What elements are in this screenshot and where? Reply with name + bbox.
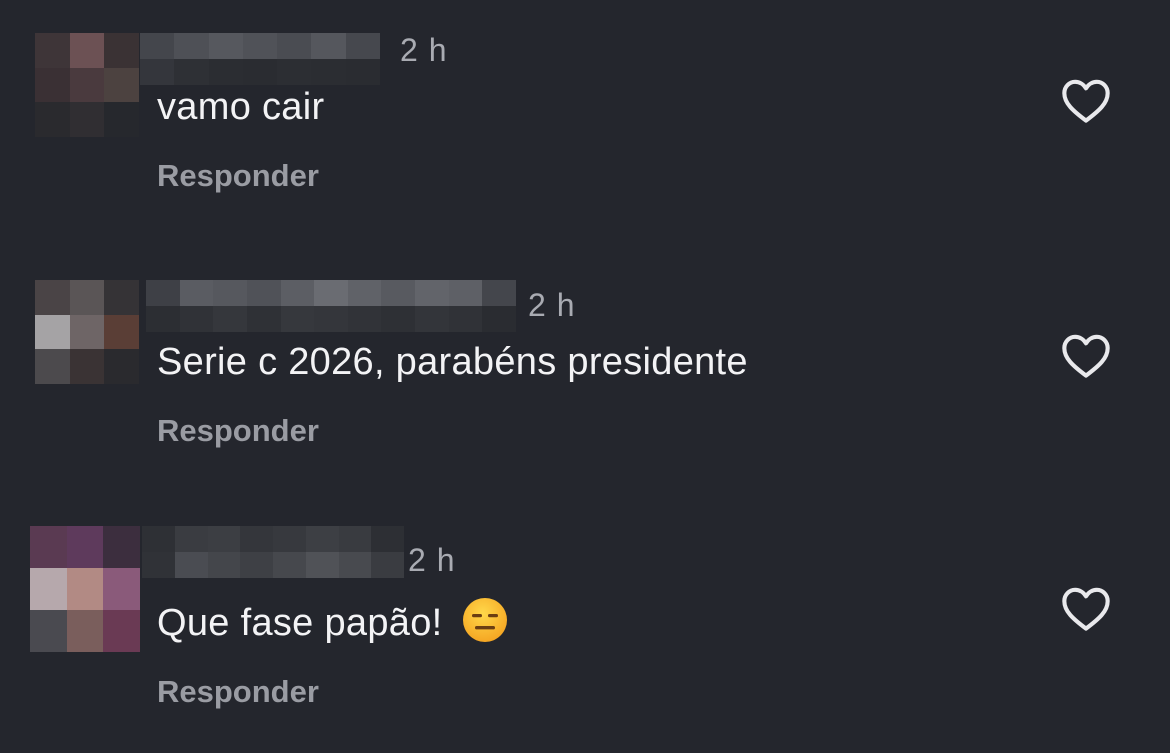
comment-text: Serie c 2026, parabéns presidente <box>157 341 748 383</box>
reply-button[interactable]: Responder <box>157 674 319 710</box>
username[interactable] <box>146 280 516 332</box>
comment-text-content: Que fase papão! <box>157 602 443 644</box>
avatar[interactable] <box>35 280 139 384</box>
comment-text: Que fase papão! <box>157 596 509 645</box>
username[interactable] <box>142 526 404 578</box>
expressionless-face-icon <box>463 598 508 642</box>
heart-outline-icon[interactable] <box>1060 584 1112 632</box>
comment-time: 2 h <box>408 542 456 578</box>
reply-button[interactable]: Responder <box>157 413 319 449</box>
avatar[interactable] <box>30 526 140 652</box>
heart-outline-icon[interactable] <box>1060 331 1112 379</box>
comment-item: 2 h Que fase papão! Responder <box>0 0 1170 709</box>
comment-time: 2 h <box>528 287 576 323</box>
comments-screen: 2 h vamo cair Responder 2 h Serie c 2026… <box>0 0 1170 753</box>
